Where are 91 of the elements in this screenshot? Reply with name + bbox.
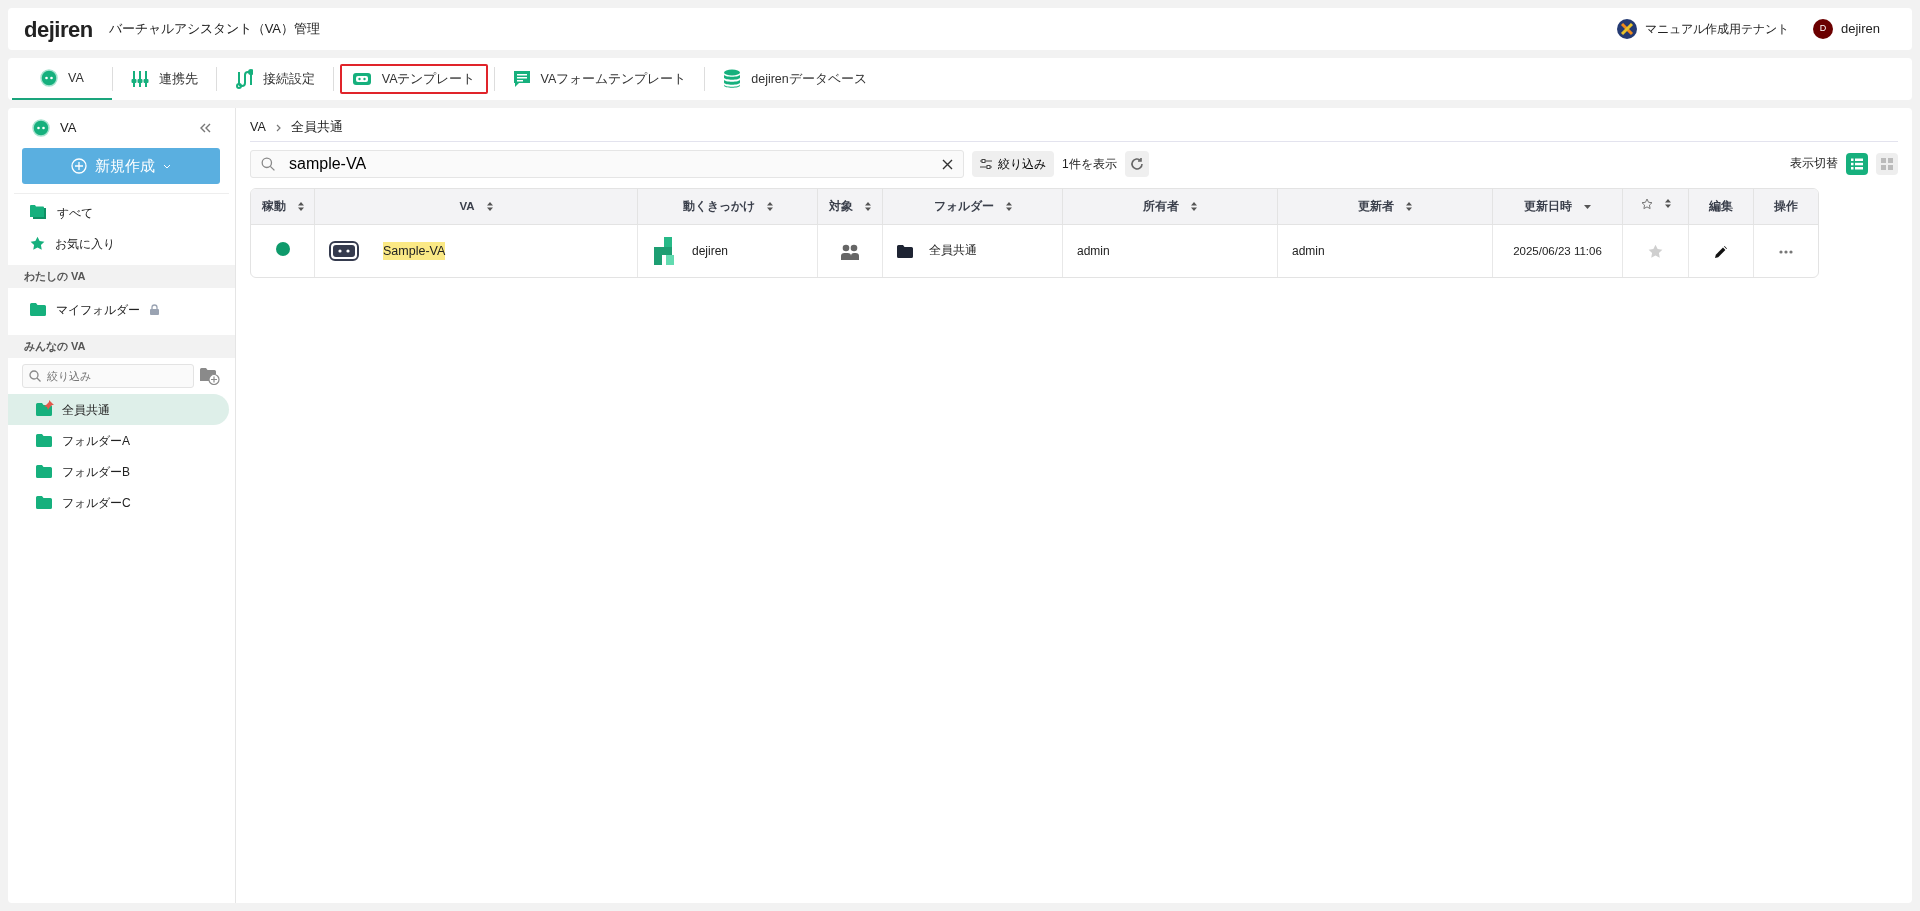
user-avatar[interactable]: D: [1812, 19, 1833, 39]
caret-icon: [163, 163, 171, 169]
sort-icon: [486, 202, 493, 211]
tab[interactable]: VA: [12, 58, 112, 100]
refresh-icon: [1129, 157, 1144, 171]
folder-icon: [36, 496, 52, 509]
sort-icon: [297, 202, 304, 211]
result-count: 1件を表示: [1062, 156, 1117, 173]
folder-icon: [30, 303, 46, 316]
grid-icon: [1881, 158, 1893, 170]
column-header[interactable]: 所有者: [1063, 189, 1278, 225]
folder-icon: [897, 244, 913, 258]
column-header[interactable]: VA: [315, 189, 638, 225]
filter-button[interactable]: 絞り込み: [972, 151, 1054, 177]
robot-face-icon: [32, 119, 50, 137]
column-header[interactable]: 稼動: [251, 189, 315, 225]
plus-circle-icon: [71, 158, 87, 174]
sort-icon: [1191, 202, 1197, 211]
section-heading: わたしの VA: [8, 265, 235, 288]
tenant-icon: [1616, 19, 1637, 39]
sort-descending-icon: [1584, 204, 1591, 209]
add-folder-icon[interactable]: [200, 367, 220, 385]
folder-item[interactable]: フォルダーB: [8, 456, 229, 487]
database-icon: [723, 69, 742, 89]
table-cell-text: 全員共通: [929, 243, 977, 259]
star-icon: [30, 236, 45, 251]
tab[interactable]: VAフォームテンプレート: [494, 58, 705, 100]
star-outline-icon: [1640, 197, 1653, 210]
va-name-link[interactable]: Sample-VA: [383, 241, 446, 261]
page-title: バーチャルアシスタント（VA）管理: [108, 20, 321, 39]
sidebar-title: VA: [60, 119, 77, 138]
edit-icon[interactable]: [1715, 245, 1727, 258]
breadcrumb-item[interactable]: VA: [250, 118, 266, 137]
refresh-button[interactable]: [1124, 151, 1149, 177]
sort-icon: [865, 202, 871, 211]
robot-face-icon: [40, 69, 58, 87]
folder-item[interactable]: フォルダーC: [8, 487, 229, 518]
sort-icon: [766, 202, 773, 211]
search-box[interactable]: sample-VA: [250, 150, 964, 178]
column-header[interactable]: 動くきっかけ: [638, 189, 818, 225]
tab[interactable]: VAテンプレート: [333, 58, 494, 100]
collapse-icon[interactable]: [200, 123, 211, 133]
column-header[interactable]: 操作: [1754, 189, 1818, 225]
table-cell: admin: [1077, 244, 1110, 258]
tab[interactable]: dejirenデータベース: [705, 58, 885, 100]
folder-icon: [36, 465, 52, 478]
search-field[interactable]: sample-VA: [287, 151, 930, 177]
view-toggle-label: 表示切替: [1790, 156, 1838, 172]
column-header[interactable]: 対象: [818, 189, 883, 225]
folder-item[interactable]: フォルダーA: [8, 425, 229, 456]
logo: dejiren: [24, 15, 93, 44]
robot-icon: [329, 241, 359, 261]
column-header[interactable]: 編集: [1689, 189, 1754, 225]
folder-icon: [36, 434, 52, 447]
view-button[interactable]: [1846, 153, 1868, 175]
chevron-icon: [275, 123, 281, 132]
user-name[interactable]: dejiren: [1840, 19, 1880, 39]
sidebar-item[interactable]: すべて: [8, 197, 235, 228]
table-cell-text: dejiren: [692, 243, 729, 260]
section-heading: みんなの VA: [8, 335, 235, 358]
folder-filter-field[interactable]: 絞り込み: [45, 366, 175, 386]
tab[interactable]: 接続設定: [216, 58, 333, 100]
tab[interactable]: 連携先: [112, 58, 216, 100]
table-cell: 2025/06/23 11:06: [1513, 244, 1602, 257]
users-icon: [841, 243, 859, 260]
more-icon[interactable]: [1779, 249, 1793, 254]
folder-filter-box[interactable]: 絞り込み: [22, 364, 194, 388]
sliders-icon: [130, 70, 149, 88]
table-cell: admin: [1292, 244, 1325, 258]
favorite-star-icon[interactable]: [1648, 244, 1663, 260]
sort-icon: [1664, 199, 1671, 209]
chat-form-icon: [512, 70, 531, 88]
clear-icon[interactable]: [942, 158, 953, 170]
column-header[interactable]: 更新者: [1278, 189, 1493, 225]
sidebar-item[interactable]: お気に入り: [8, 228, 235, 259]
column-header[interactable]: 更新日時: [1493, 189, 1623, 225]
sidebar-item[interactable]: マイフォルダー: [8, 294, 235, 325]
breadcrumb-item: 全員共通: [290, 119, 343, 137]
column-header[interactable]: フォルダー: [883, 189, 1063, 225]
connection-icon: [234, 69, 253, 89]
sort-icon: [1406, 202, 1412, 211]
list-icon: [1851, 158, 1863, 170]
sort-icon: [1005, 202, 1012, 211]
search-icon: [261, 157, 275, 171]
folder-item[interactable]: 全員共通: [8, 394, 229, 425]
folders-icon: [30, 205, 47, 220]
tenant-name[interactable]: マニュアル作成用テナント: [1644, 20, 1789, 38]
search-icon: [29, 370, 41, 382]
filter-icon: [980, 159, 992, 169]
robot-icon: [351, 72, 372, 86]
app-logo-icon: [654, 237, 676, 265]
